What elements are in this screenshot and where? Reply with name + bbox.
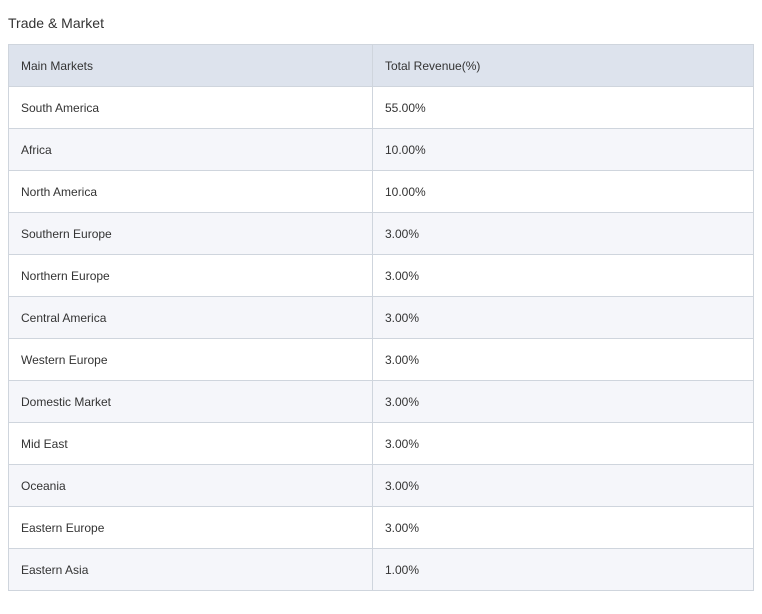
market-name-cell: Africa: [8, 128, 373, 171]
revenue-cell: 3.00%: [372, 212, 754, 255]
table-row: Oceania 3.00%: [8, 464, 754, 507]
market-name-cell: Western Europe: [8, 338, 373, 381]
market-name-cell: Oceania: [8, 464, 373, 507]
revenue-cell: 10.00%: [372, 128, 754, 171]
revenue-cell: 3.00%: [372, 380, 754, 423]
table-row: Eastern Europe 3.00%: [8, 506, 754, 549]
market-name-cell: North America: [8, 170, 373, 213]
trade-market-section: Trade & Market Main Markets Total Revenu…: [0, 0, 762, 614]
table-row: Africa 10.00%: [8, 128, 754, 171]
table-row: Southern Europe 3.00%: [8, 212, 754, 255]
revenue-cell: 10.00%: [372, 170, 754, 213]
market-name-cell: Northern Europe: [8, 254, 373, 297]
table-row: Eastern Asia 1.00%: [8, 548, 754, 591]
revenue-cell: 1.00%: [372, 548, 754, 591]
market-name-cell: Eastern Europe: [8, 506, 373, 549]
market-name-cell: South America: [8, 86, 373, 129]
market-name-cell: Eastern Asia: [8, 548, 373, 591]
market-name-cell: Southern Europe: [8, 212, 373, 255]
section-title: Trade & Market: [8, 15, 104, 31]
revenue-cell: 3.00%: [372, 338, 754, 381]
table-row: Mid East 3.00%: [8, 422, 754, 465]
market-name-cell: Central America: [8, 296, 373, 339]
revenue-cell: 55.00%: [372, 86, 754, 129]
revenue-cell: 3.00%: [372, 422, 754, 465]
table-row: North America 10.00%: [8, 170, 754, 213]
header-total-revenue: Total Revenue(%): [372, 44, 754, 87]
table-row: Central America 3.00%: [8, 296, 754, 339]
table-row: Western Europe 3.00%: [8, 338, 754, 381]
market-name-cell: Mid East: [8, 422, 373, 465]
revenue-cell: 3.00%: [372, 296, 754, 339]
revenue-cell: 3.00%: [372, 506, 754, 549]
revenue-cell: 3.00%: [372, 254, 754, 297]
market-name-cell: Domestic Market: [8, 380, 373, 423]
revenue-cell: 3.00%: [372, 464, 754, 507]
table-row: Northern Europe 3.00%: [8, 254, 754, 297]
table-row: Domestic Market 3.00%: [8, 380, 754, 423]
header-main-markets: Main Markets: [8, 44, 373, 87]
table-row: South America 55.00%: [8, 86, 754, 129]
markets-table: Main Markets Total Revenue(%) South Amer…: [8, 44, 754, 591]
table-header-row: Main Markets Total Revenue(%): [8, 44, 754, 87]
